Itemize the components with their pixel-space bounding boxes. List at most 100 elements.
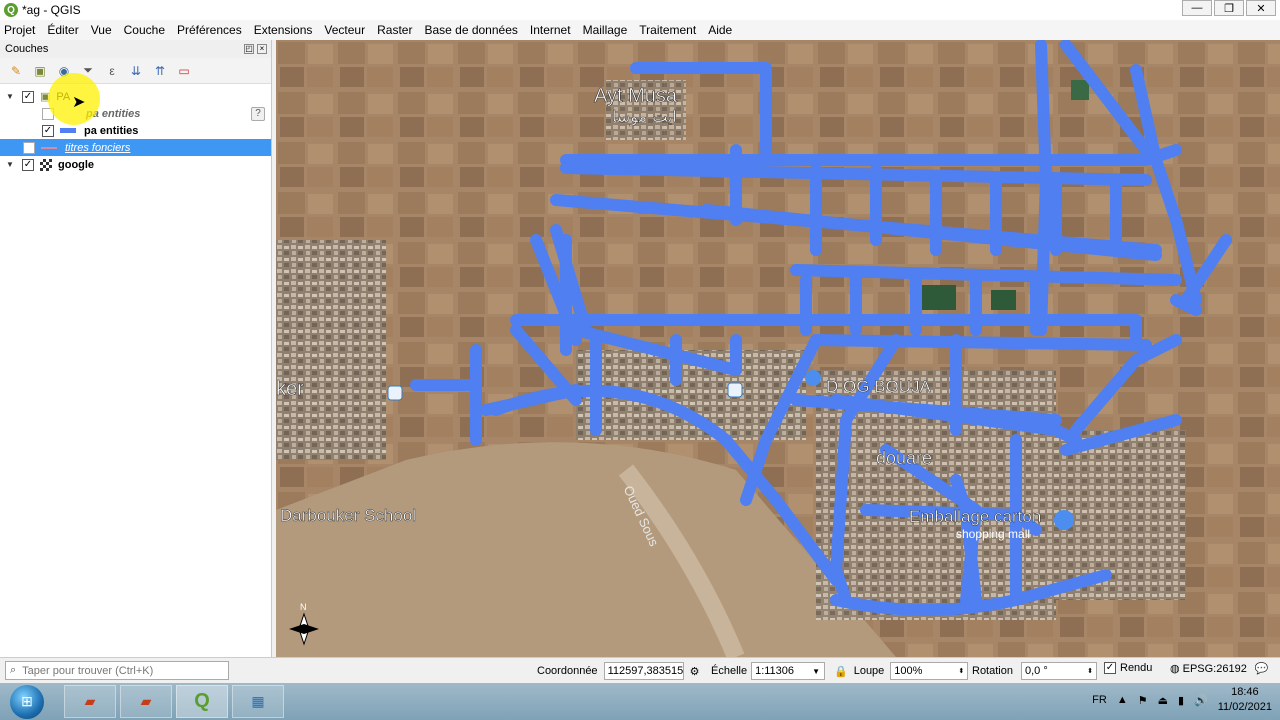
close-button[interactable]: ✕ — [1246, 0, 1276, 16]
polygon-symbol-icon — [41, 146, 57, 149]
layer-google[interactable]: ▼ ✓ google — [0, 156, 271, 173]
menu-preferences[interactable]: Préférences — [177, 23, 242, 37]
taskbar-app-photos[interactable]: ▦ — [232, 685, 284, 718]
collapse-arrow-icon[interactable]: ▼ — [4, 160, 16, 169]
messages-icon[interactable]: 💬 — [1255, 662, 1269, 675]
menu-raster[interactable]: Raster — [377, 23, 412, 37]
locator-search-input[interactable]: ⌕ Taper pour trouver (Ctrl+K) — [5, 661, 229, 680]
help-icon[interactable]: ? — [251, 106, 265, 121]
render-label: Rendu — [1120, 662, 1153, 674]
menu-vue[interactable]: Vue — [91, 23, 112, 37]
search-placeholder: Taper pour trouver (Ctrl+K) — [22, 664, 154, 677]
place-pin-icon[interactable] — [805, 370, 821, 386]
scale-label: Échelle — [711, 665, 748, 677]
map-canvas[interactable]: Ayt Musa ايت موسا D OG BOUJA ker Darbouk… — [276, 40, 1280, 657]
app-icon: ▰ — [140, 693, 152, 709]
taskbar-app-powerpoint[interactable]: ▰ — [64, 685, 116, 718]
magnifier-field[interactable]: 100% ⬍ — [890, 662, 969, 680]
menu-maillage[interactable]: Maillage — [583, 23, 628, 37]
layer-checkbox[interactable]: ✓ — [42, 124, 54, 137]
start-button-icon[interactable]: ⊞ — [10, 684, 44, 719]
menu-editer[interactable]: Éditer — [47, 23, 78, 37]
layer-pa-entities[interactable]: ✓ pa entities — [0, 122, 271, 139]
magnifier-group: 🔒 Loupe 100% ⬍ — [834, 662, 969, 680]
app-icon: ▦ — [251, 693, 265, 709]
north-label: N — [300, 602, 307, 612]
map-label-ker: ker — [276, 378, 304, 400]
raster-icon — [40, 158, 52, 171]
taskbar: ⊞ ▰ ▰ Q ▦ FR ▲ ⚑ ⏏ ▮ 🔊 18:46 11/02/2021 — [0, 683, 1280, 720]
language-indicator[interactable]: FR — [1092, 694, 1107, 706]
layer-checkbox[interactable]: ✓ — [22, 90, 34, 103]
clock[interactable]: 18:46 11/02/2021 — [1218, 685, 1272, 715]
network-icon[interactable]: ▮ — [1178, 694, 1184, 707]
scale-field[interactable]: 1:11306 ▼ — [751, 662, 826, 680]
add-group-icon[interactable]: ▣ — [32, 63, 48, 79]
style-brush-icon[interactable]: ✎ — [8, 63, 24, 79]
magnifier-value: 100% — [894, 665, 923, 677]
map-label-emballage: Emballage carton — [909, 507, 1041, 526]
maximize-button[interactable]: ❐ — [1214, 0, 1244, 16]
menu-projet[interactable]: Projet — [4, 23, 35, 37]
spin-arrows-icon[interactable]: ⬍ — [1087, 667, 1093, 675]
coordinate-field[interactable]: 112597,383515 — [603, 662, 684, 680]
mouse-icon[interactable]: ⚙ — [690, 665, 700, 678]
menu-aide[interactable]: Aide — [708, 23, 732, 37]
clock-date: 11/02/2021 — [1217, 701, 1272, 713]
shopping-pin-icon[interactable] — [1054, 510, 1074, 530]
volume-icon[interactable]: 🔊 — [1194, 694, 1208, 707]
spin-arrows-icon[interactable]: ⬍ — [958, 667, 964, 675]
flag-icon[interactable]: ⚑ — [1138, 694, 1148, 707]
bus-stop-icon[interactable] — [387, 385, 403, 401]
qgis-logo-icon: Q — [4, 3, 18, 17]
menu-traitement[interactable]: Traitement — [639, 23, 696, 37]
layer-checkbox[interactable]: ✓ — [22, 158, 34, 171]
title-bar: Q *ag - QGIS — ❐ ✕ — [0, 0, 1280, 20]
window-title: *ag - QGIS — [22, 3, 81, 17]
taskbar-app-powerpoint-2[interactable]: ▰ — [120, 685, 172, 718]
menu-bar: Projet Éditer Vue Couche Préférences Ext… — [0, 20, 1280, 40]
lock-icon[interactable]: 🔒 — [834, 665, 848, 678]
float-panel-icon[interactable]: ◰ — [244, 44, 254, 54]
remove-layer-icon[interactable]: ▭ — [176, 63, 192, 79]
status-bar: ⌕ Taper pour trouver (Ctrl+K) Coordonnée… — [0, 657, 1280, 683]
usb-icon[interactable]: ⏏ — [1158, 694, 1168, 707]
crs-label[interactable]: EPSG:26192 — [1183, 663, 1247, 675]
map-label-douar-bouja: D OG BOUJA — [826, 377, 932, 396]
expression-filter-icon[interactable]: ε — [104, 63, 120, 79]
qgis-app-icon: Q — [194, 690, 210, 712]
layer-pa-entities-unchecked[interactable]: pa entities ? — [0, 105, 271, 122]
rotation-field[interactable]: 0,0 ° ⬍ — [1020, 662, 1097, 680]
menu-base-de-donnees[interactable]: Base de données — [424, 23, 517, 37]
system-tray: FR ▲ ⚑ ⏏ ▮ 🔊 18:46 11/02/2021 — [1092, 685, 1272, 715]
map-label-darbouker-school: Darbouker School — [280, 506, 416, 525]
map-svg[interactable]: Ayt Musa ايت موسا D OG BOUJA ker Darbouk… — [276, 40, 1280, 657]
bus-stop-icon[interactable] — [727, 382, 743, 398]
taskbar-app-qgis[interactable]: Q — [176, 685, 228, 718]
scale-value: 1:11306 — [755, 665, 795, 677]
rotation-label: Rotation — [972, 665, 1013, 677]
collapse-all-icon[interactable]: ⇈ — [152, 63, 168, 79]
map-label-douare: douare — [876, 448, 932, 468]
chevron-down-icon[interactable]: ▼ — [812, 667, 820, 676]
clock-time: 18:46 — [1231, 686, 1259, 698]
render-checkbox[interactable]: ✓ — [1104, 662, 1116, 674]
menu-internet[interactable]: Internet — [530, 23, 571, 37]
close-panel-icon[interactable]: × — [257, 44, 267, 54]
layer-group-pa[interactable]: ▼ ✓ ▣ PA — [0, 88, 271, 105]
menu-vecteur[interactable]: Vecteur — [324, 23, 365, 37]
menu-couche[interactable]: Couche — [124, 23, 165, 37]
layer-titres-fonciers[interactable]: titres fonciers — [0, 139, 271, 156]
show-hidden-icons-icon[interactable]: ▲ — [1117, 694, 1128, 706]
layers-panel-title: Couches — [5, 43, 49, 55]
search-icon: ⌕ — [10, 664, 17, 676]
layer-checkbox[interactable] — [23, 141, 35, 154]
app-icon: ▰ — [84, 693, 96, 709]
menu-extensions[interactable]: Extensions — [254, 23, 313, 37]
expand-all-icon[interactable]: ⇊ — [128, 63, 144, 79]
minimize-button[interactable]: — — [1182, 0, 1212, 16]
crs-group[interactable]: ◍ EPSG:26192 💬 — [1170, 662, 1269, 676]
scale-group: Échelle 1:11306 ▼ — [711, 662, 826, 680]
render-group: ✓ Rendu — [1104, 662, 1152, 674]
collapse-arrow-icon[interactable]: ▼ — [4, 92, 16, 101]
